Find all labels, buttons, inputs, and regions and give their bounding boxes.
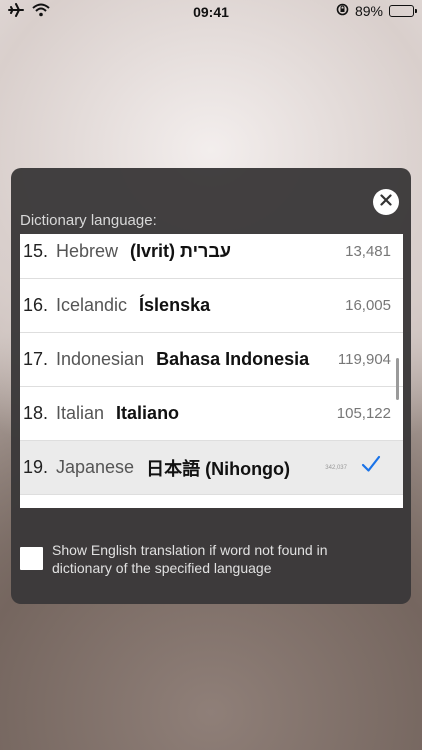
row-native-name: 日本語 (Nihongo)	[146, 458, 291, 479]
row-english-name: Japanese	[56, 457, 135, 477]
row-english-name: Indonesian	[56, 349, 145, 369]
row-word-count: 105,122	[336, 405, 391, 422]
status-right: 89%	[336, 3, 417, 19]
orientation-lock-icon	[336, 3, 349, 19]
row-english-name: Icelandic	[56, 295, 128, 315]
row-english-name: Italian	[56, 403, 105, 423]
show-english-label: Show English translation if word not fou…	[52, 542, 328, 576]
row-number: 16.	[23, 295, 49, 315]
language-list[interactable]: 15. Hebrew (Ivrit) עברית 13,481 16. Icel…	[20, 234, 403, 508]
row-word-count: 119,904	[337, 351, 391, 368]
scroll-indicator[interactable]	[396, 358, 399, 400]
checkmark-icon	[361, 455, 381, 478]
battery-icon	[389, 5, 417, 17]
language-row-indonesian[interactable]: 17. Indonesian Bahasa Indonesia 119,904	[20, 333, 403, 387]
row-native-name: Italiano	[116, 403, 180, 423]
close-button[interactable]	[373, 189, 399, 215]
show-english-checkbox[interactable]	[20, 547, 43, 570]
battery-percent: 89%	[354, 3, 383, 19]
language-dialog: Dictionary language: 15. Hebrew (Ivrit) …	[11, 168, 411, 604]
row-word-count: 16,005	[345, 297, 391, 314]
row-number: 18.	[23, 403, 49, 423]
close-icon	[380, 193, 392, 211]
status-bar: 09:41 89%	[0, 0, 422, 24]
row-native-name: (Ivrit) עברית	[130, 241, 232, 261]
language-row-japanese[interactable]: 19. Japanese 日本語 (Nihongo) 342,037	[20, 441, 403, 495]
row-word-count: 342,037	[325, 464, 347, 471]
row-word-count: 13,481	[345, 243, 391, 260]
section-title: Dictionary language:	[20, 212, 157, 229]
language-row-italian[interactable]: 18. Italian Italiano 105,122	[20, 387, 403, 441]
row-number: 15.	[23, 241, 49, 261]
row-number: 19.	[23, 457, 49, 477]
row-english-name: Hebrew	[56, 241, 119, 261]
row-native-name: Íslenska	[139, 295, 211, 315]
language-row-icelandic[interactable]: 16. Icelandic Íslenska 16,005	[20, 279, 403, 333]
row-native-name: Bahasa Indonesia	[156, 349, 310, 369]
row-number: 17.	[23, 349, 49, 369]
language-row-hebrew[interactable]: 15. Hebrew (Ivrit) עברית 13,481	[20, 234, 403, 279]
